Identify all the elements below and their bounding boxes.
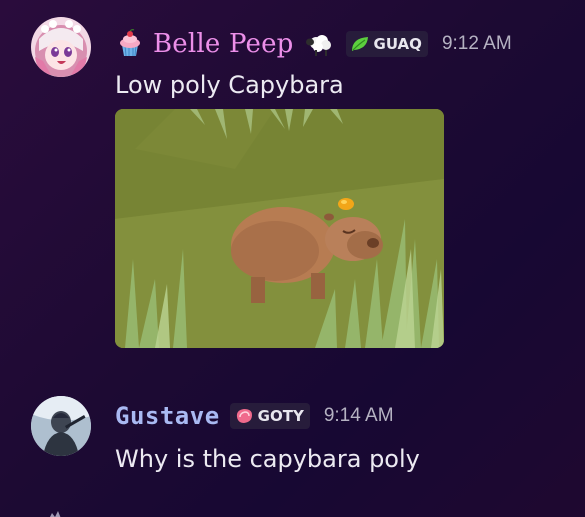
image-attachment[interactable] [115,109,444,348]
next-avatar-edge [50,511,61,517]
capybara-image [115,109,444,348]
author-name[interactable]: Gustave [115,402,220,430]
sheep-icon [304,31,336,57]
guild-tag-text: GUAQ [373,35,422,53]
soldier-avatar-icon [31,396,91,456]
author-name[interactable]: Belle Peep [153,29,294,59]
guild-tag[interactable]: GUAQ [345,31,428,57]
message-text: Why is the capybara poly [115,445,420,473]
message-header: Belle Peep GUAQ 9:12 AM [115,26,512,62]
leaf-icon [351,37,368,51]
timestamp[interactable]: 9:12 AM [442,33,512,55]
timestamp[interactable]: 9:14 AM [324,405,394,427]
cupcake-icon [115,29,145,59]
message-header: Gustave GOTY 9:14 AM [115,398,394,434]
avatar[interactable] [31,17,91,77]
steak-icon [236,409,252,423]
message-text: Low poly Capybara [115,71,344,99]
anime-girl-avatar-icon [31,17,91,77]
guild-tag[interactable]: GOTY [229,403,310,429]
guild-tag-text: GOTY [257,407,304,425]
avatar[interactable] [31,396,91,456]
